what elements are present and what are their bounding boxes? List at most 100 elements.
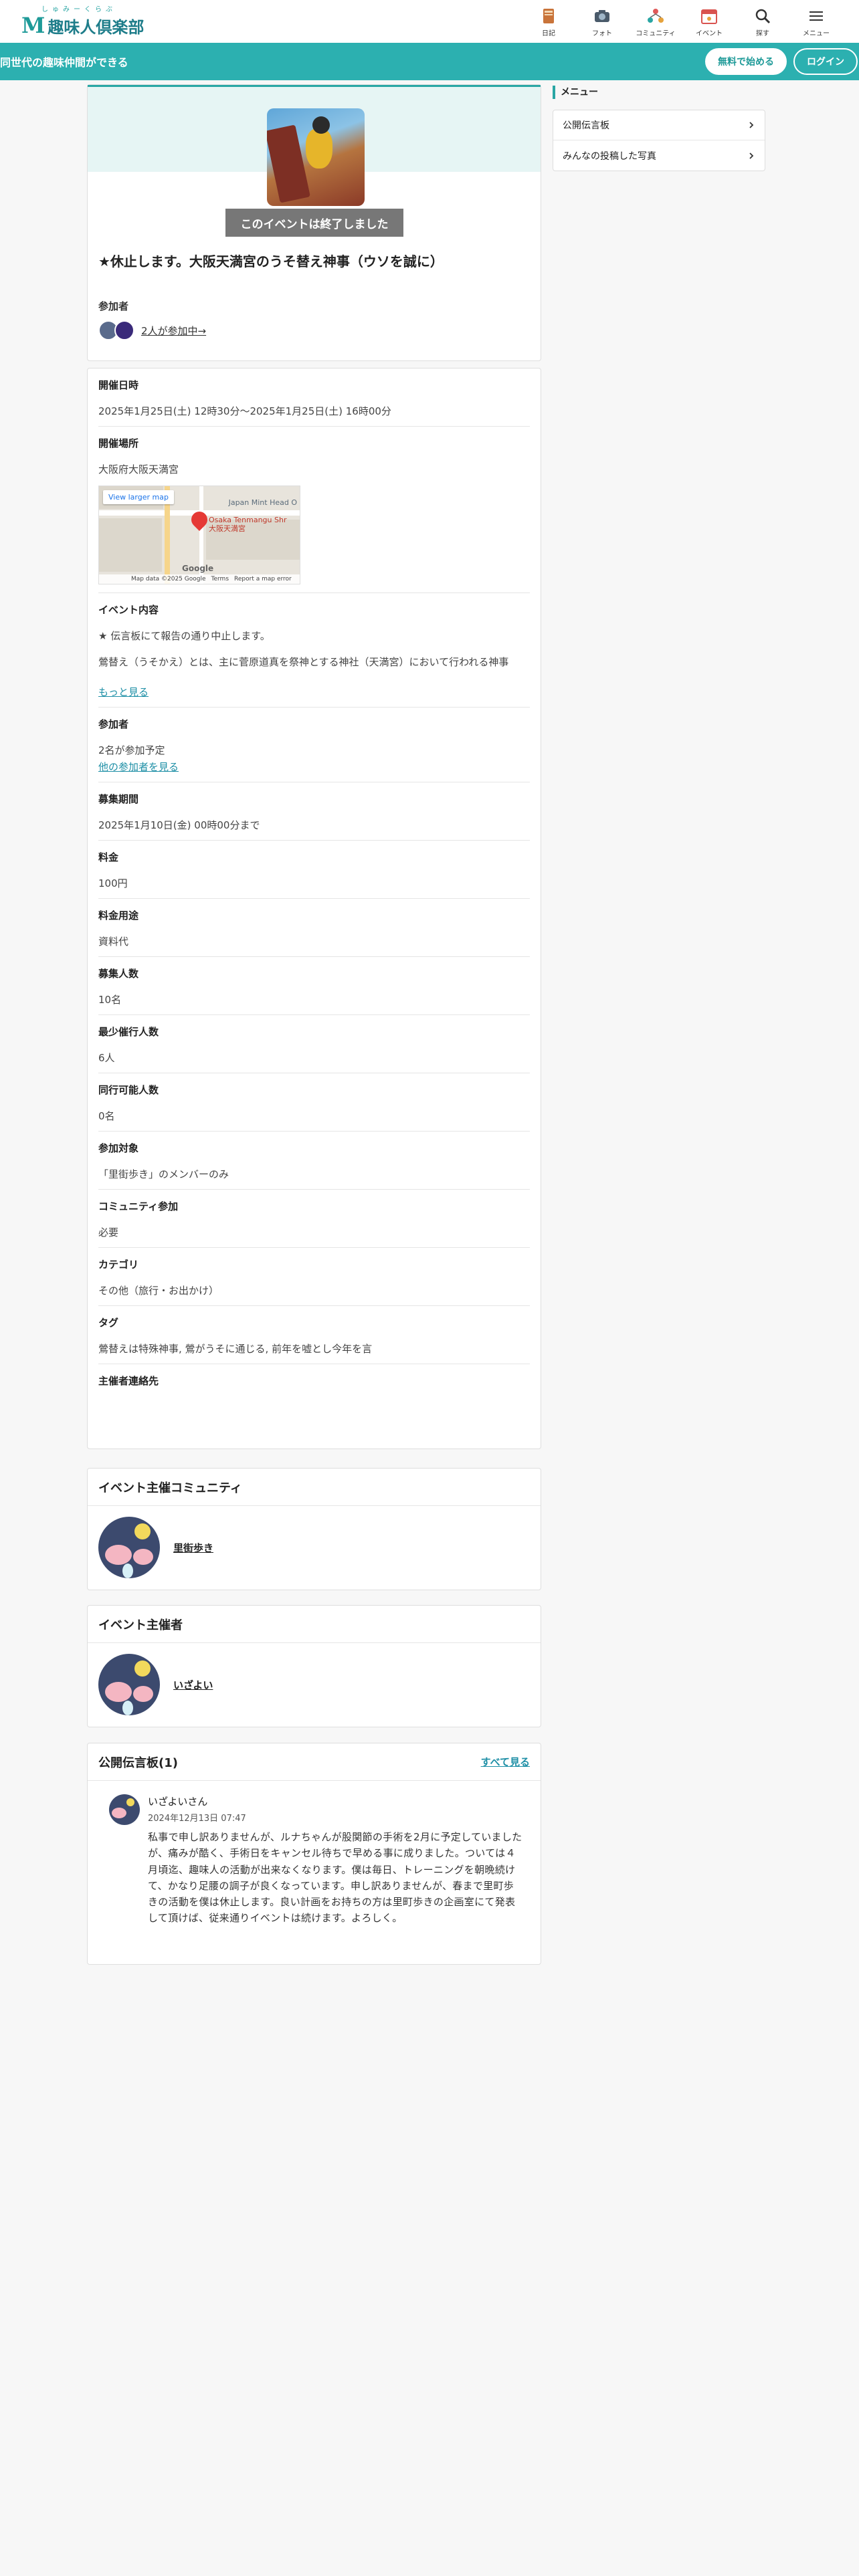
host-name[interactable]: いざよい	[173, 1678, 213, 1692]
nav-menu-label: メニュー	[803, 29, 830, 37]
attendees-value: 2名が参加予定	[98, 744, 165, 756]
nav-diary[interactable]: 日記	[522, 6, 575, 37]
place-value: 大阪府大阪天満宮	[98, 463, 179, 475]
target-label: 参加対象	[98, 1142, 139, 1154]
companion-label: 同行可能人数	[98, 1084, 159, 1096]
tags-value: 鶯替えは特殊神事, 鶯がうそに通じる, 前年を嘘とし今年を言	[98, 1343, 373, 1355]
participants-label: 参加者	[98, 300, 129, 312]
avatar	[114, 320, 134, 340]
fee-use-label: 料金用途	[98, 909, 139, 922]
nav-event[interactable]: イベント	[682, 6, 736, 37]
companion-value: 0名	[98, 1110, 115, 1122]
board-heading: 公開伝言板(1) すべて見る	[88, 1743, 541, 1781]
content-line-2: 鶯替え（うそかえ）とは、主に菅原道真を祭神とする神社（天満宮）において行われる神…	[98, 656, 509, 668]
capacity-label: 募集人数	[98, 968, 139, 980]
calendar-icon	[701, 9, 717, 24]
logo-name: 趣味人倶楽部	[47, 17, 145, 37]
other-attendees-link[interactable]: 他の参加者を見る	[98, 761, 179, 773]
date-value: 2025年1月25日(土) 12時30分〜2025年1月25日(土) 16時00…	[98, 405, 391, 417]
detail-target: 参加対象 「里街歩き」のメンバーのみ	[98, 1132, 530, 1190]
nav-photo-label: フォト	[592, 29, 612, 37]
detail-fee-use: 料金用途 資料代	[98, 899, 530, 957]
login-button[interactable]: ログイン	[793, 48, 858, 75]
community-req-label: コミュニティ参加	[98, 1200, 179, 1212]
period-value: 2025年1月10日(金) 00時00分まで	[98, 819, 260, 831]
date-label: 開催日時	[98, 379, 139, 391]
map-attribution: Map data ©2025 Google	[131, 576, 206, 582]
google-logo: Google	[182, 564, 214, 573]
nav-community[interactable]: コミュニティ	[629, 6, 682, 37]
nav-search-label: 探す	[756, 29, 769, 37]
participants-link[interactable]: 2人が参加中→	[141, 324, 206, 338]
board-title: 公開伝言板(1)	[98, 1755, 178, 1770]
host-community-name[interactable]: 里街歩き	[173, 1541, 213, 1555]
nav-diary-label: 日記	[542, 29, 555, 37]
chevron-right-icon	[749, 122, 754, 128]
signup-button[interactable]: 無料で始める	[705, 48, 787, 75]
detail-min: 最少催行人数 6人	[98, 1015, 530, 1073]
detail-content: イベント内容 ★ 伝言板にて報告の通り中止します。 鶯替え（うそかえ）とは、主に…	[98, 593, 530, 708]
event-title: ★休止します。大阪天満宮のうそ替え神事（ウソを誠に）	[98, 253, 444, 270]
post-author[interactable]: いざよいさん	[148, 1794, 522, 1808]
capacity-value: 10名	[98, 994, 122, 1006]
side-menu-list: 公開伝言板 みんなの投稿した写真	[553, 110, 765, 171]
content-line-1: ★ 伝言板にて報告の通り中止します。	[98, 630, 270, 642]
host-community-item[interactable]: 里街歩き	[88, 1506, 541, 1589]
side-menu-item-photos[interactable]: みんなの投稿した写真	[553, 140, 765, 171]
detail-category: カテゴリ その他（旅行・お出かけ）	[98, 1248, 530, 1306]
see-all-link[interactable]: すべて見る	[481, 1755, 530, 1769]
host-heading: イベント主催者	[88, 1606, 541, 1643]
post-date: 2024年12月13日 07:47	[148, 1814, 246, 1824]
avatar[interactable]	[109, 1794, 140, 1825]
event-summary-card: このイベントは終了しました ★休止します。大阪天満宮のうそ替え神事（ウソを誠に）…	[87, 84, 541, 361]
global-nav: 日記 フォト コミュニティ イベント 探す メニュー	[522, 6, 843, 37]
host-item[interactable]: いざよい	[88, 1643, 541, 1726]
nav-photo[interactable]: フォト	[575, 6, 629, 37]
map-report-link[interactable]: Report a map error	[234, 576, 292, 582]
host-title: イベント主催者	[98, 1618, 183, 1632]
map-pin-sub: 大阪天満宮	[209, 524, 246, 534]
host-community-heading: イベント主催コミュニティ	[88, 1469, 541, 1506]
category-label: カテゴリ	[98, 1259, 139, 1271]
min-label: 最少催行人数	[98, 1026, 159, 1038]
detail-community-req: コミュニティ参加 必要	[98, 1190, 530, 1248]
camera-icon	[595, 9, 609, 22]
host-avatar[interactable]	[98, 1654, 160, 1715]
nav-menu[interactable]: メニュー	[789, 6, 843, 37]
fee-label: 料金	[98, 851, 119, 863]
detail-capacity: 募集人数 10名	[98, 957, 530, 1015]
content-label: イベント内容	[98, 604, 159, 616]
search-icon	[755, 9, 771, 23]
community-avatar[interactable]	[98, 1517, 160, 1578]
map-terms-link[interactable]: Terms	[211, 576, 229, 582]
fee-value: 100円	[98, 877, 128, 889]
contact-label: 主催者連絡先	[98, 1375, 159, 1387]
nav-community-label: コミュニティ	[636, 29, 676, 37]
logo-ruby: しゅみーくらぶ	[41, 5, 116, 13]
promo-bar: 同世代の趣味仲間ができる 無料で始める ログイン	[0, 43, 859, 80]
view-larger-map-link[interactable]: View larger map	[103, 490, 174, 504]
map-pin-label: Osaka Tenmangu Shr 大阪天満宮	[209, 516, 287, 533]
community-req-value: 必要	[98, 1226, 119, 1239]
site-logo[interactable]: しゅみーくらぶ M 趣味人倶楽部	[21, 6, 144, 37]
detail-place: 開催場所 大阪府大阪天満宮 View larger map Japan Mint…	[98, 427, 530, 593]
nav-event-label: イベント	[696, 29, 723, 37]
location-map[interactable]: View larger map Japan Mint Head O Osaka …	[98, 486, 300, 584]
nav-search[interactable]: 探す	[736, 6, 789, 37]
promo-tagline: 同世代の趣味仲間ができる	[0, 56, 128, 69]
min-value: 6人	[98, 1052, 115, 1064]
side-menu-item-board[interactable]: 公開伝言板	[553, 110, 765, 140]
community-icon	[648, 8, 664, 23]
host-community-card: イベント主催コミュニティ 里街歩き	[87, 1468, 541, 1590]
diary-icon	[543, 8, 554, 23]
detail-tags: タグ 鶯替えは特殊神事, 鶯がうそに通じる, 前年を嘘とし今年を言	[98, 1306, 530, 1364]
event-details-card: 開催日時 2025年1月25日(土) 12時30分〜2025年1月25日(土) …	[87, 368, 541, 1449]
board-post: いざよいさん 2024年12月13日 07:47 私事で申し訳ありませんが、ルナ…	[88, 1781, 541, 1945]
detail-period: 募集期間 2025年1月10日(金) 00時00分まで	[98, 782, 530, 841]
participants-avatars[interactable]: 2人が参加中→	[98, 320, 206, 340]
tags-label: タグ	[98, 1317, 119, 1329]
show-more-link[interactable]: もっと見る	[98, 685, 530, 699]
detail-contact: 主催者連絡先	[98, 1364, 530, 1396]
side-menu-item-label: 公開伝言板	[563, 120, 609, 131]
side-menu: メニュー 公開伝言板 みんなの投稿した写真	[553, 86, 765, 171]
